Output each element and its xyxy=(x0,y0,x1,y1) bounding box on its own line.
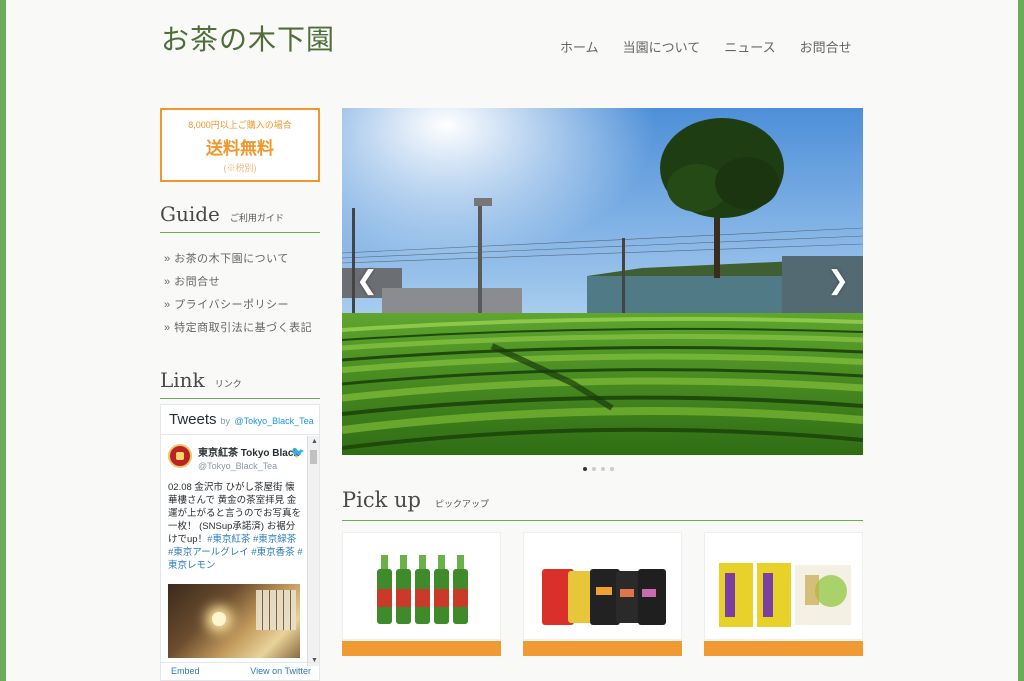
nav-about[interactable]: 当園について xyxy=(623,37,701,56)
green-tea-bottles-image xyxy=(377,555,468,624)
tea-packs-image xyxy=(542,569,666,625)
nav-home[interactable]: ホーム xyxy=(560,37,599,56)
tweet-author: 東京紅茶 Tokyo Black @Tokyo_Black_Tea xyxy=(168,444,303,471)
twitter-widget-header: Tweets by @Tokyo_Black_Tea xyxy=(161,405,319,435)
page-border-right xyxy=(1018,0,1024,681)
pickup-item-gift-set[interactable] xyxy=(704,532,863,657)
nav-contact[interactable]: お問合せ xyxy=(800,37,852,56)
pickup-heading: Pick up ピックアップ xyxy=(342,488,863,521)
page-border-left xyxy=(0,0,6,681)
slider-next-icon[interactable]: ❯ xyxy=(827,266,849,296)
pickup-item-black-tea-packs[interactable] xyxy=(523,532,682,657)
guide-link-contact[interactable]: » お問合せ xyxy=(164,273,312,296)
free-shipping-banner[interactable]: 8,000円以上ご購入の場合 送料無料 (※税別) xyxy=(160,108,320,182)
pickup-item-bottled-tea[interactable] xyxy=(342,532,501,657)
twitter-widget-scrollbar[interactable]: ▲ ▼ xyxy=(307,436,319,666)
pickup-title-en: Pick up xyxy=(342,488,421,512)
pickup-bar-1[interactable] xyxy=(342,641,501,656)
green-tea-gift-image xyxy=(719,563,851,627)
slider-pagination xyxy=(583,467,614,471)
link-title-jp: リンク xyxy=(214,379,242,389)
tweets-label: Tweets xyxy=(169,411,217,428)
global-nav: ホーム 当園について ニュース お問合せ xyxy=(560,37,852,56)
tweet-text: 02.08 金沢市 ひがし茶屋街 懐華樓さんで 黄金の茶室拝見 金運が上がると言… xyxy=(168,481,303,572)
hero-slider[interactable]: ❮ ❯ xyxy=(342,108,863,455)
site-logo-title[interactable]: お茶の木下園 xyxy=(161,18,335,58)
embed-link[interactable]: Embed xyxy=(171,666,200,677)
product-image-gift[interactable] xyxy=(704,532,863,640)
product-image-packs[interactable] xyxy=(523,532,682,640)
tweet-author-name[interactable]: 東京紅茶 Tokyo Black xyxy=(198,444,299,459)
guide-link-commerce-law[interactable]: » 特定商取引法に基づく表記 xyxy=(164,319,312,342)
slider-dot-1[interactable] xyxy=(583,467,587,471)
link-title-en: Link xyxy=(160,368,205,392)
tea-field-photo xyxy=(342,108,863,455)
guide-link-about[interactable]: » お茶の木下園について xyxy=(164,250,312,273)
tweets-by-label: by xyxy=(220,416,231,426)
slider-dot-2[interactable] xyxy=(592,467,596,471)
tweet-photo[interactable] xyxy=(168,584,300,658)
scroll-up-icon[interactable]: ▲ xyxy=(311,438,318,445)
guide-title-en: Guide xyxy=(160,202,220,226)
twitter-handle-link[interactable]: @Tokyo_Black_Tea xyxy=(235,416,314,426)
tweet-author-handle[interactable]: @Tokyo_Black_Tea xyxy=(198,461,299,471)
slider-dot-4[interactable] xyxy=(610,467,614,471)
guide-title-jp: ご利用ガイド xyxy=(229,213,284,223)
pickup-bar-2[interactable] xyxy=(523,641,682,656)
promo-tax-note: (※税別) xyxy=(223,163,257,173)
nav-news[interactable]: ニュース xyxy=(724,37,775,56)
scrollbar-thumb[interactable] xyxy=(310,450,317,464)
twitter-timeline-widget: Tweets by @Tokyo_Black_Tea 東京紅茶 Tokyo Bla… xyxy=(160,404,320,681)
guide-heading: Guide ご利用ガイド xyxy=(160,202,320,233)
pickup-bar-3[interactable] xyxy=(704,641,863,656)
avatar[interactable] xyxy=(168,444,192,468)
slider-prev-icon[interactable]: ❮ xyxy=(356,266,378,296)
pickup-title-jp: ピックアップ xyxy=(434,499,489,509)
view-on-twitter-link[interactable]: View on Twitter xyxy=(250,666,311,677)
tweet-list: 東京紅茶 Tokyo Black @Tokyo_Black_Tea 🐦 02.0… xyxy=(161,436,309,664)
link-heading: Link リンク xyxy=(160,368,320,399)
slider-dot-3[interactable] xyxy=(601,467,605,471)
guide-links: » お茶の木下園について » お問合せ » プライバシーポリシー » 特定商取引… xyxy=(164,250,312,342)
twitter-bird-icon: 🐦 xyxy=(291,447,305,459)
twitter-widget-footer: Embed View on Twitter xyxy=(161,662,319,680)
guide-link-privacy[interactable]: » プライバシーポリシー xyxy=(164,296,312,319)
product-image-bottles[interactable] xyxy=(342,532,501,640)
promo-headline: 送料無料 xyxy=(206,139,274,158)
promo-condition: 8,000円以上ご購入の場合 xyxy=(188,120,292,130)
